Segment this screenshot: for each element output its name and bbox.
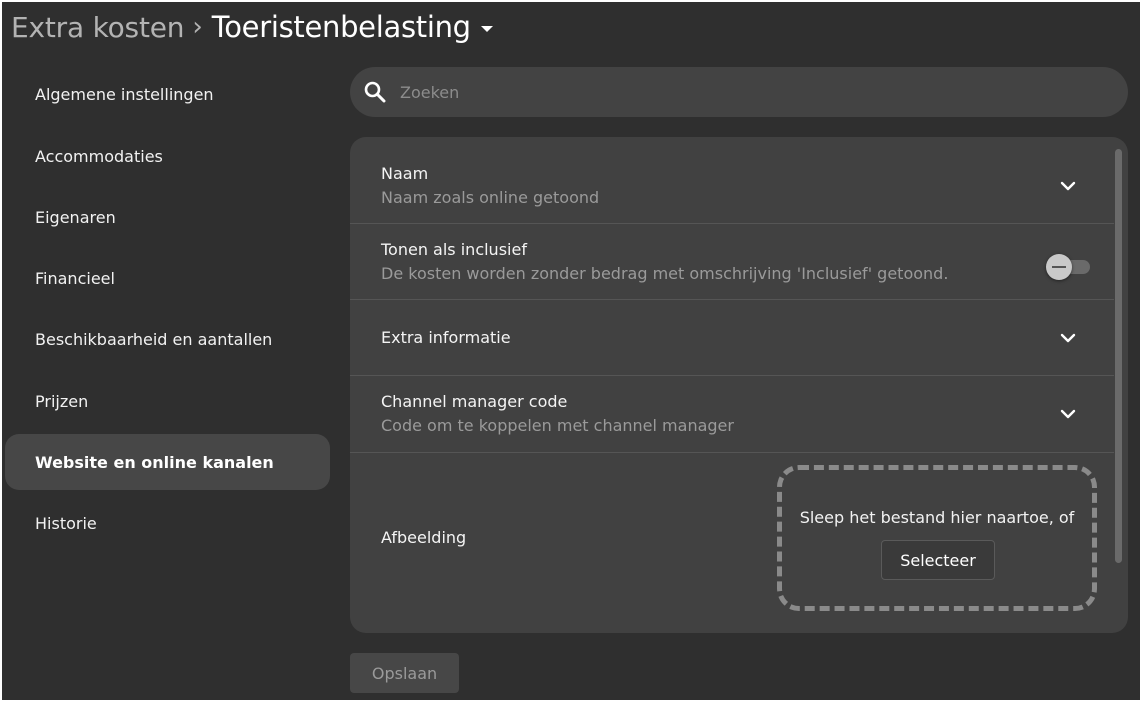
setting-row-naam[interactable]: Naam Naam zoals online getoond [350, 137, 1114, 224]
select-file-button[interactable]: Selecteer [881, 540, 995, 580]
image-dropzone[interactable]: Sleep het bestand hier naartoe, of Selec… [777, 465, 1097, 611]
sidebar-item-financieel[interactable]: Financieel [5, 250, 330, 306]
sidebar-item-eigenaren[interactable]: Eigenaren [5, 189, 330, 245]
caret-down-icon[interactable] [480, 25, 493, 32]
toggle-knob [1046, 254, 1072, 280]
setting-title: Naam [381, 164, 429, 183]
search-input[interactable] [400, 67, 1100, 117]
setting-subtitle: Code om te koppelen met channel manager [381, 416, 734, 435]
breadcrumb: Extra kosten › Toeristenbelasting [11, 4, 493, 50]
setting-subtitle: De kosten worden zonder bedrag met omsch… [381, 264, 949, 283]
breadcrumb-parent-link[interactable]: Extra kosten [11, 11, 185, 44]
setting-title: Extra informatie [381, 328, 511, 347]
inclusief-toggle[interactable] [1046, 254, 1092, 280]
setting-title: Tonen als inclusief [381, 240, 527, 259]
sidebar-item-historie[interactable]: Historie [5, 495, 330, 551]
dropzone-text: Sleep het bestand hier naartoe, of [799, 508, 1075, 527]
sidebar-item-algemene-instellingen[interactable]: Algemene instellingen [5, 66, 330, 122]
sidebar-item-prijzen[interactable]: Prijzen [5, 373, 330, 429]
chevron-down-icon[interactable] [1060, 409, 1076, 419]
save-button[interactable]: Opslaan [350, 653, 459, 693]
setting-row-channel-manager-code[interactable]: Channel manager code Code om te koppelen… [350, 376, 1114, 453]
setting-title: Channel manager code [381, 392, 568, 411]
setting-row-tonen-als-inclusief: Tonen als inclusief De kosten worden zon… [350, 224, 1114, 300]
chevron-down-icon[interactable] [1060, 181, 1076, 191]
chevron-down-icon[interactable] [1060, 333, 1076, 343]
search-bar[interactable] [350, 67, 1128, 117]
settings-card: Naam Naam zoals online getoond Tonen als… [350, 137, 1128, 633]
sidebar-item-website-en-online-kanalen[interactable]: Website en online kanalen [5, 434, 330, 490]
setting-subtitle: Naam zoals online getoond [381, 188, 600, 207]
app-window: Extra kosten › Toeristenbelasting Algeme… [2, 2, 1140, 700]
breadcrumb-separator: › [192, 12, 203, 42]
sidebar-item-beschikbaarheid[interactable]: Beschikbaarheid en aantallen [5, 311, 330, 367]
page-title[interactable]: Toeristenbelasting [212, 10, 471, 44]
setting-row-extra-informatie[interactable]: Extra informatie [350, 300, 1114, 376]
card-scrollbar[interactable] [1115, 149, 1122, 563]
afbeelding-label: Afbeelding [381, 528, 467, 547]
sidebar-item-accommodaties[interactable]: Accommodaties [5, 128, 330, 184]
search-icon [364, 81, 386, 103]
